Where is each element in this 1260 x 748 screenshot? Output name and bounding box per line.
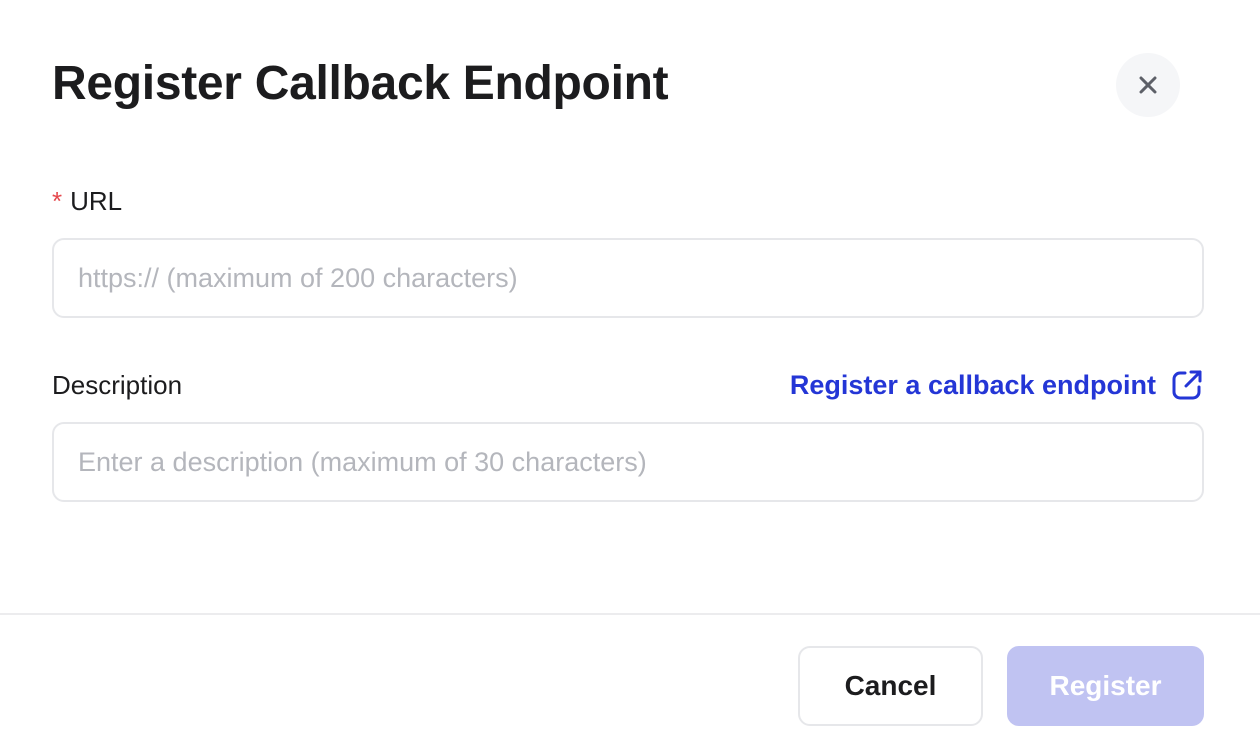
required-marker: * [52,186,63,216]
description-label: Description [52,370,183,400]
cancel-button[interactable]: Cancel [798,646,983,726]
description-input[interactable] [52,422,1204,502]
close-icon [1139,76,1157,94]
external-link-icon [1172,370,1202,400]
register-callback-help-link[interactable]: Register a callback endpoint [790,366,1204,404]
register-callback-dialog: Register Callback Endpoint *URL Descript… [0,0,1260,748]
dialog-title: Register Callback Endpoint [52,57,669,110]
url-input[interactable] [52,238,1204,318]
close-button[interactable] [1116,53,1180,117]
register-button[interactable]: Register [1007,646,1204,726]
footer-divider [0,613,1260,615]
help-link-label: Register a callback endpoint [789,370,1156,400]
url-label: * URL [52,185,122,217]
url-label-text: URL [70,186,123,216]
